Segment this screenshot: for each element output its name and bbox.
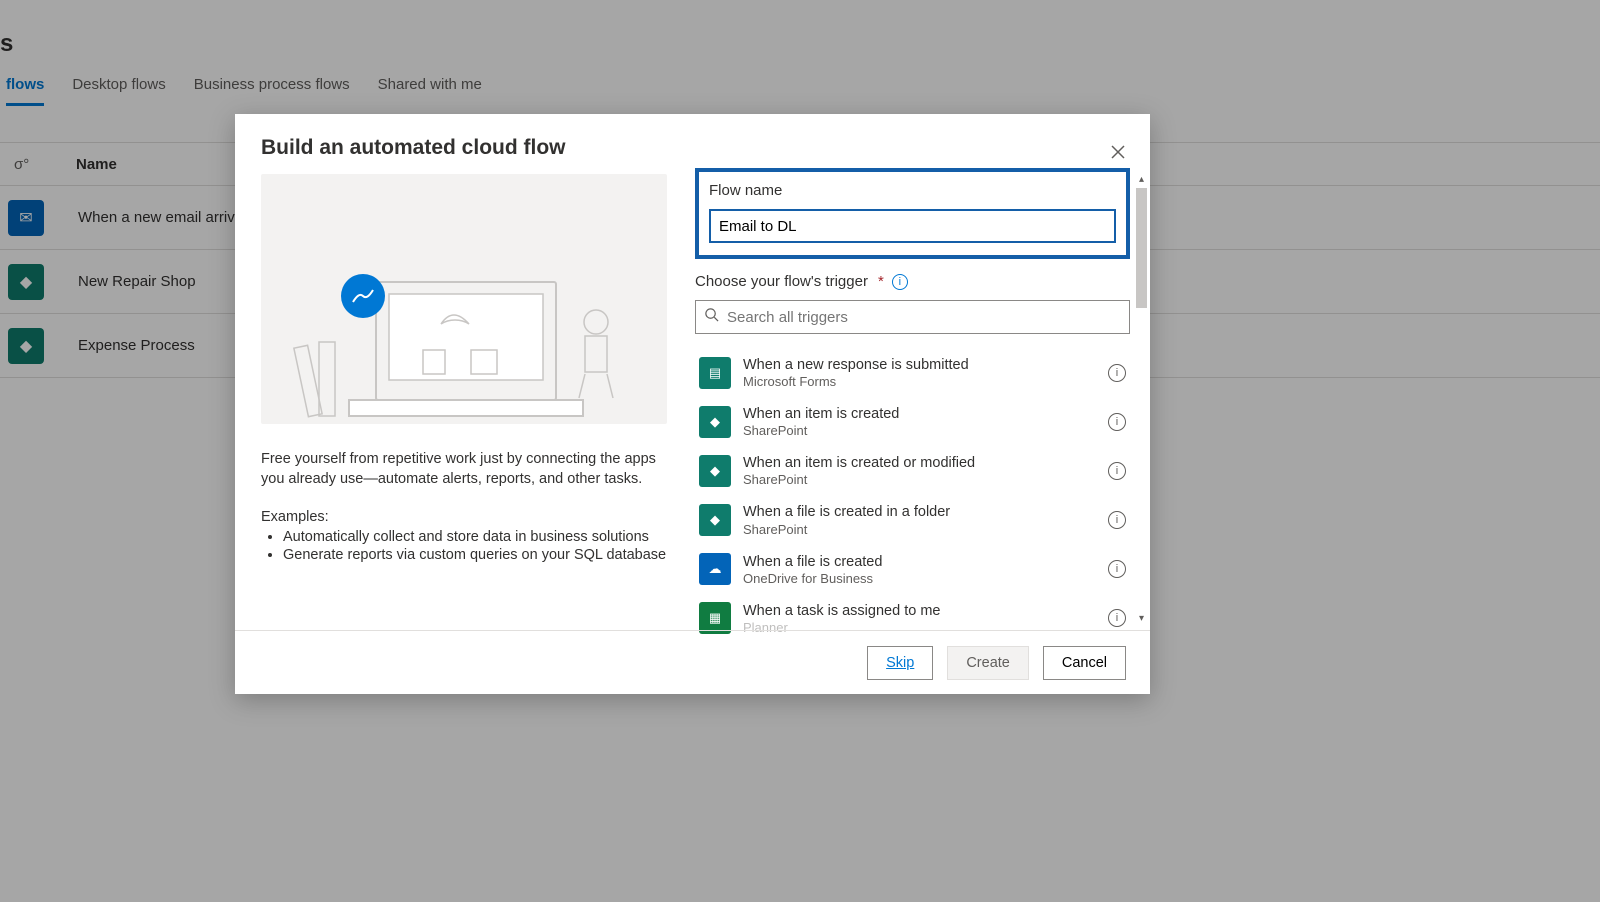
modal-footer: Skip Create Cancel — [235, 630, 1150, 694]
scrollbar[interactable]: ▴ ▾ — [1136, 174, 1147, 624]
search-icon — [704, 307, 719, 327]
forms-icon: ▤ — [699, 357, 731, 389]
sharepoint-icon: ◆ — [699, 504, 731, 536]
trigger-connector: SharePoint — [743, 522, 1108, 537]
info-icon[interactable]: i — [1108, 462, 1126, 480]
info-icon[interactable]: i — [1108, 364, 1126, 382]
trigger-title: When a task is assigned to me — [743, 602, 1108, 620]
trigger-section-label: Choose your flow's trigger* i — [695, 273, 1130, 290]
trigger-search-input[interactable] — [727, 309, 1121, 326]
scroll-down-icon[interactable]: ▾ — [1136, 613, 1147, 624]
trigger-connector: SharePoint — [743, 472, 1108, 487]
modal-description: Free yourself from repetitive work just … — [261, 450, 667, 489]
info-icon[interactable]: i — [1108, 511, 1126, 529]
info-icon[interactable]: i — [1108, 609, 1126, 627]
cancel-button[interactable]: Cancel — [1043, 646, 1126, 680]
trigger-title: When a file is created in a folder — [743, 503, 1108, 521]
trigger-item[interactable]: ☁ When a file is created OneDrive for Bu… — [695, 545, 1130, 594]
trigger-title: When an item is created — [743, 405, 1108, 423]
trigger-item[interactable]: ◆ When an item is created SharePoint i — [695, 397, 1130, 446]
trigger-title: When a file is created — [743, 553, 1108, 571]
trigger-item[interactable]: ◆ When an item is created or modified Sh… — [695, 446, 1130, 495]
skip-button[interactable]: Skip — [867, 646, 933, 680]
trigger-connector: OneDrive for Business — [743, 571, 1108, 586]
illustration — [261, 174, 667, 424]
create-flow-modal: Build an automated cloud flow — [235, 114, 1150, 694]
trigger-title: When a new response is submitted — [743, 356, 1108, 374]
modal-left-pane: Free yourself from repetitive work just … — [261, 174, 667, 563]
trigger-list: ▤ When a new response is submitted Micro… — [695, 348, 1130, 635]
trigger-search[interactable] — [695, 300, 1130, 334]
example-item: Generate reports via custom queries on y… — [283, 547, 667, 563]
info-icon[interactable]: i — [892, 274, 908, 290]
info-icon[interactable]: i — [1108, 413, 1126, 431]
scroll-up-icon[interactable]: ▴ — [1136, 174, 1147, 185]
trigger-title: When an item is created or modified — [743, 454, 1108, 472]
trigger-connector: SharePoint — [743, 423, 1108, 438]
trigger-item[interactable]: ▤ When a new response is submitted Micro… — [695, 348, 1130, 397]
scroll-thumb[interactable] — [1136, 188, 1147, 308]
info-icon[interactable]: i — [1108, 560, 1126, 578]
close-icon[interactable] — [1100, 134, 1136, 170]
create-button[interactable]: Create — [947, 646, 1029, 680]
trigger-item[interactable]: ▦ When a task is assigned to me Planner … — [695, 594, 1130, 635]
trigger-item[interactable]: ◆ When a file is created in a folder Sha… — [695, 495, 1130, 544]
flow-name-input[interactable] — [709, 209, 1116, 243]
modal-right-pane: Flow name Choose your flow's trigger* i … — [695, 168, 1130, 635]
onedrive-icon: ☁ — [699, 553, 731, 585]
sharepoint-icon: ◆ — [699, 406, 731, 438]
sharepoint-icon: ◆ — [699, 455, 731, 487]
example-item: Automatically collect and store data in … — [283, 529, 667, 545]
examples-label: Examples: — [261, 509, 667, 525]
trigger-connector: Microsoft Forms — [743, 374, 1108, 389]
flow-name-highlight: Flow name — [695, 168, 1130, 259]
modal-title: Build an automated cloud flow — [261, 136, 566, 160]
flow-name-label: Flow name — [709, 182, 1116, 199]
examples-block: Examples: Automatically collect and stor… — [261, 509, 667, 563]
